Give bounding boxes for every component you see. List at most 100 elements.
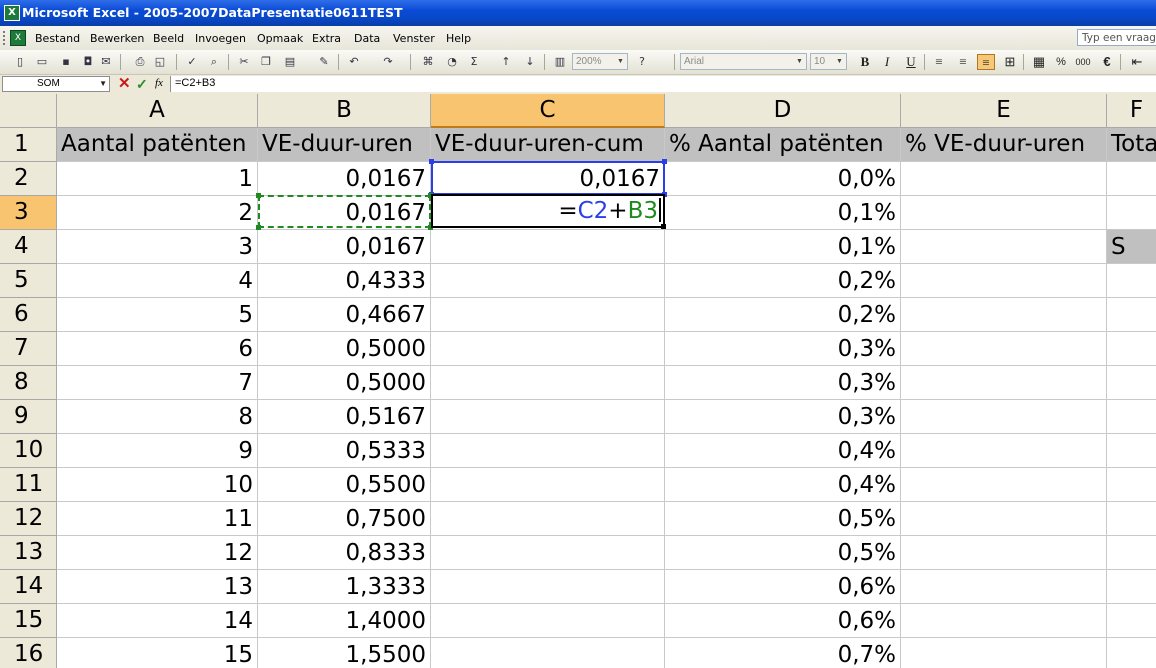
cell-b7[interactable]: 0,5000 [258,332,431,366]
row-header-13[interactable]: 13 [0,536,57,570]
row-header-6[interactable]: 6 [0,298,57,332]
paste-icon[interactable]: ▤ [282,54,298,70]
menu-help[interactable]: Help [446,32,471,45]
cell-e3[interactable] [901,196,1107,230]
cut-icon[interactable]: ✂ [236,54,252,70]
cell-a3[interactable]: 2 [57,196,258,230]
row-header-16[interactable]: 16 [0,638,57,668]
cell-d13[interactable]: 0,5% [665,536,901,570]
cell-a9[interactable]: 8 [57,400,258,434]
cell-b2[interactable]: 0,0167 [258,162,431,196]
euro-button[interactable]: € [1098,54,1116,70]
enter-icon[interactable]: ✓ [136,76,148,92]
menu-bewerken[interactable]: Bewerken [90,32,144,45]
cell-d9[interactable]: 0,3% [665,400,901,434]
row-header-9[interactable]: 9 [0,400,57,434]
cell-b10[interactable]: 0,5333 [258,434,431,468]
cell-b1[interactable]: VE-duur-uren [258,128,431,162]
row-header-12[interactable]: 12 [0,502,57,536]
cell-e6[interactable] [901,298,1107,332]
cell-a10[interactable]: 9 [57,434,258,468]
cell-a2[interactable]: 1 [57,162,258,196]
cell-e8[interactable] [901,366,1107,400]
cell-e9[interactable] [901,400,1107,434]
cell-c10[interactable] [431,434,665,468]
cell-f10[interactable] [1107,434,1156,468]
cell-c2[interactable]: 0,0167 [431,162,665,196]
cell-f1[interactable]: Tota [1107,128,1156,162]
cancel-icon[interactable]: ✕ [118,76,131,92]
ask-question-input[interactable]: Typ een vraag [1077,29,1156,46]
cell-c16[interactable] [431,638,665,668]
cell-b15[interactable]: 1,4000 [258,604,431,638]
row-header-10[interactable]: 10 [0,434,57,468]
zoom-select[interactable]: 200% ▼ [572,53,628,70]
chart-wizard-icon[interactable]: ▥ [552,54,568,70]
cell-f5[interactable] [1107,264,1156,298]
cell-b16[interactable]: 1,5500 [258,638,431,668]
cell-e5[interactable] [901,264,1107,298]
cell-e10[interactable] [901,434,1107,468]
cell-a16[interactable]: 15 [57,638,258,668]
cell-c7[interactable] [431,332,665,366]
font-name-select[interactable]: Arial ▼ [680,53,807,70]
cell-d16[interactable]: 0,7% [665,638,901,668]
row-header-14[interactable]: 14 [0,570,57,604]
select-all-corner[interactable] [0,94,57,128]
row-header-7[interactable]: 7 [0,332,57,366]
cell-c12[interactable] [431,502,665,536]
new-icon[interactable]: ▯ [12,54,28,70]
cell-a12[interactable]: 11 [57,502,258,536]
undo-icon[interactable]: ↶ [346,54,362,70]
cell-c11[interactable] [431,468,665,502]
cell-e16[interactable] [901,638,1107,668]
cell-b4[interactable]: 0,0167 [258,230,431,264]
thousands-button[interactable]: 000 [1074,54,1092,70]
menubar-grip[interactable] [3,31,8,45]
menu-extra[interactable]: Extra [312,32,341,45]
cell-d15[interactable]: 0,6% [665,604,901,638]
sort-descending-icon[interactable]: ↓ [522,54,538,70]
row-header-15[interactable]: 15 [0,604,57,638]
cell-c4[interactable] [431,230,665,264]
cell-d8[interactable]: 0,3% [665,366,901,400]
email-icon[interactable]: ✉ [98,54,114,70]
copy-icon[interactable]: ❐ [258,54,274,70]
currency-icon[interactable]: ▦ [1030,54,1048,70]
cell-f8[interactable] [1107,366,1156,400]
cell-b14[interactable]: 1,3333 [258,570,431,604]
cell-d10[interactable]: 0,4% [665,434,901,468]
cell-c14[interactable] [431,570,665,604]
menu-beeld[interactable]: Beeld [153,32,184,45]
align-left-icon[interactable]: ≡ [930,54,948,70]
cell-b13[interactable]: 0,8333 [258,536,431,570]
menu-venster[interactable]: Venster [393,32,435,45]
cell-c6[interactable] [431,298,665,332]
cell-d3[interactable]: 0,1% [665,196,901,230]
resize-handle[interactable] [256,225,261,230]
cell-d14[interactable]: 0,6% [665,570,901,604]
underline-button[interactable]: U [902,54,920,70]
row-header-8[interactable]: 8 [0,366,57,400]
row-header-4[interactable]: 4 [0,230,57,264]
cell-c1[interactable]: VE-duur-uren-cum [431,128,665,162]
cell-a6[interactable]: 5 [57,298,258,332]
redo-icon[interactable]: ↷ [380,54,396,70]
column-header-a[interactable]: A [57,94,258,128]
help-icon[interactable]: ? [634,54,650,70]
column-header-e[interactable]: E [901,94,1107,128]
cell-f15[interactable] [1107,604,1156,638]
active-cell-editor[interactable]: =C2+B3 [431,194,665,228]
row-header-3[interactable]: 3 [0,196,57,230]
cell-f4[interactable]: S [1107,230,1156,264]
percent-button[interactable]: % [1052,54,1070,70]
cell-a7[interactable]: 6 [57,332,258,366]
cell-f2[interactable] [1107,162,1156,196]
cell-b11[interactable]: 0,5500 [258,468,431,502]
row-header-5[interactable]: 5 [0,264,57,298]
cell-a8[interactable]: 7 [57,366,258,400]
cell-f13[interactable] [1107,536,1156,570]
row-header-2[interactable]: 2 [0,162,57,196]
cell-d11[interactable]: 0,4% [665,468,901,502]
cell-f11[interactable] [1107,468,1156,502]
